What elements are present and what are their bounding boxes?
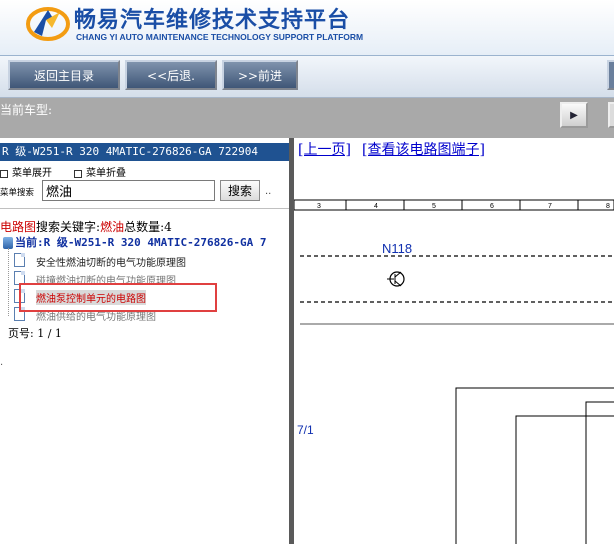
menu-collapse-label: 菜单折叠: [86, 168, 126, 179]
document-icon: [14, 307, 25, 321]
panel-toggle-button[interactable]: ▶: [560, 102, 588, 128]
module-box: [585, 401, 614, 544]
app-header: 畅易汽车维修技术支持平台 CHANG YI AUTO MAINTENANCE T…: [0, 0, 614, 56]
search-button[interactable]: 搜索: [220, 180, 260, 201]
ruler-bar: [294, 199, 614, 211]
diagram-panel: [上一页] [查看该电路图端子] 3 4 5 6 7 8 N118 7/1: [294, 138, 614, 544]
tree-root[interactable]: 当前:R 级-W251-R 320 4MATIC-276826-GA 7: [3, 234, 290, 250]
search-result-summary: 电路图搜索关键字:燃油总数量:4: [0, 218, 172, 235]
component-label: N118: [382, 241, 412, 256]
search-input[interactable]: [42, 180, 215, 201]
tree-item-label: 燃油供给的电气功能原理图: [36, 312, 156, 323]
main-menu-button[interactable]: 返回主目录: [8, 60, 120, 90]
decorative-dot: ·: [0, 360, 4, 371]
ruler-label: 8: [606, 203, 610, 210]
tree-root-label: 当前:R 级-W251-R 320 4MATIC-276826-GA 7: [15, 236, 267, 249]
document-icon: [14, 289, 25, 303]
tree-connector: [8, 248, 9, 316]
ruler-label: 7: [548, 203, 552, 210]
page-label: 页号:: [8, 327, 34, 340]
side-reference-label: 7/1: [297, 423, 314, 437]
search-label: 菜单搜索: [0, 188, 35, 198]
current-vehicle-label: 当前车型:: [0, 103, 53, 117]
view-terminals-link[interactable]: [查看该电路图端子]: [362, 139, 485, 159]
tree-item[interactable]: 碰撞燃油切断的电气功能原理图: [14, 270, 284, 288]
ruler-label: 6: [490, 203, 494, 210]
tree-item-label: 安全性燃油切断的电气功能原理图: [36, 258, 186, 269]
result-count: 4: [164, 220, 172, 234]
page-value[interactable]: 1 / 1: [37, 327, 62, 340]
site-title: 畅易汽车维修技术支持平台: [74, 8, 351, 33]
tree-item-selected[interactable]: 燃油泵控制单元的电路图: [14, 288, 284, 306]
tree-item[interactable]: 燃油供给的电气功能原理图: [14, 306, 284, 324]
vehicle-bar: 当前车型: ▶: [0, 98, 614, 138]
model-header: R 级-W251-R 320 4MATIC-276826-GA 722904: [0, 143, 290, 161]
tree-item-label: 燃油泵控制单元的电路图: [36, 290, 146, 305]
menu-expand-option[interactable]: 菜单展开: [0, 164, 52, 179]
module-box: [455, 387, 614, 544]
forward-button[interactable]: >>前进: [222, 60, 298, 90]
result-count-label: 总数量:: [124, 220, 165, 234]
site-subtitle: CHANG YI AUTO MAINTENANCE TECHNOLOGY SUP…: [76, 32, 364, 42]
back-button[interactable]: <<后退.: [125, 60, 217, 90]
module-box: [515, 415, 614, 544]
result-keyword-label: 搜索关键字:: [36, 220, 101, 234]
document-icon: [14, 271, 25, 285]
divider: [0, 208, 290, 209]
search-more: ..: [265, 186, 272, 197]
play-icon: ▶: [570, 109, 578, 121]
vehicle-bar-edge-button[interactable]: [608, 102, 614, 128]
ruler-label: 5: [432, 203, 436, 210]
toolbar: 返回主目录 <<后退. >>前进: [0, 56, 614, 98]
ruler-label: 4: [374, 203, 378, 210]
document-icon: [14, 253, 25, 267]
checkbox-icon: [74, 169, 82, 178]
wire: [394, 271, 402, 278]
logo-icon: [26, 7, 70, 41]
circuit-diagram: 3 4 5 6 7 8 N118 7/1: [294, 199, 614, 544]
ruler-label: 3: [317, 203, 321, 210]
menu-panel: R 级-W251-R 320 4MATIC-276826-GA 722904 菜…: [0, 138, 290, 544]
result-keyword: 燃油: [100, 220, 125, 234]
toolbar-overflow-button[interactable]: [607, 60, 614, 90]
result-category: 电路图: [0, 220, 37, 234]
menu-collapse-option[interactable]: 菜单折叠: [74, 164, 126, 179]
previous-page-link[interactable]: [上一页]: [298, 139, 351, 159]
pagination: 页号: 1 / 1: [8, 325, 62, 341]
wire: [394, 280, 402, 287]
tree-item[interactable]: 安全性燃油切断的电气功能原理图: [14, 252, 284, 270]
menu-expand-label: 菜单展开: [12, 168, 52, 179]
tree-item-label: 碰撞燃油切断的电气功能原理图: [36, 276, 176, 287]
checkbox-icon: [0, 169, 8, 178]
